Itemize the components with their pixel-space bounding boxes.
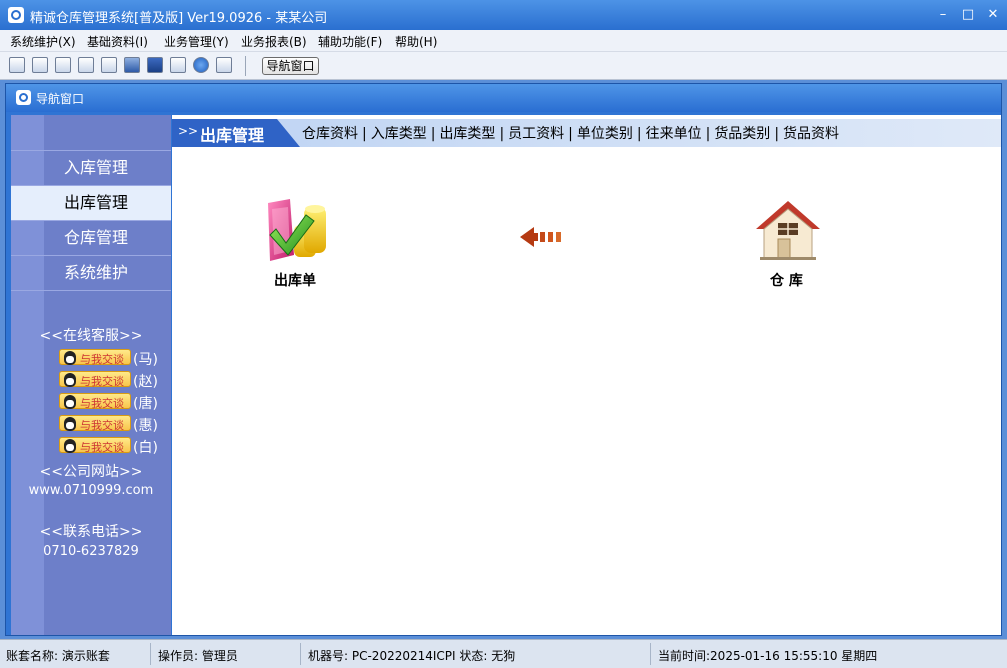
close-button[interactable]: ✕ — [982, 6, 1004, 24]
qq-chat-button[interactable]: 与我交谈 (白) — [59, 437, 169, 456]
toolbar-separator — [245, 56, 246, 76]
table-icon[interactable] — [9, 57, 25, 73]
status-separator — [650, 643, 651, 665]
qq-badge: 与我交谈 — [59, 437, 131, 454]
form-icon[interactable] — [32, 57, 48, 73]
online-service-title: <<在线客服>> — [39, 328, 143, 344]
outbound-order-icon[interactable] — [260, 199, 330, 263]
menu-help[interactable]: 帮助(H) — [395, 33, 437, 50]
qq-penguin-icon — [64, 439, 76, 453]
qq-badge: 与我交谈 — [59, 393, 131, 410]
chat-label: 与我交谈 — [80, 419, 124, 432]
website-link[interactable]: www.0710999.com — [11, 483, 171, 498]
qq-badge: 与我交谈 — [59, 371, 131, 388]
menu-bar: 系统维护(X) 基础资料(I) 业务管理(Y) 业务报表(B) 辅助功能(F) … — [0, 30, 1007, 52]
menu-basic-data[interactable]: 基础资料(I) — [87, 33, 148, 50]
chat-label: 与我交谈 — [80, 375, 124, 388]
sidebar: 入库管理 出库管理 仓库管理 系统维护 <<在线客服>> 与我交谈 (马) 与我… — [11, 115, 171, 635]
child-window-icon — [16, 90, 31, 105]
qq-chat-button[interactable]: 与我交谈 (马) — [59, 349, 169, 368]
link-goods-category[interactable]: 货品类别 — [714, 123, 770, 143]
link-separator: | — [636, 126, 642, 142]
save-icon[interactable] — [147, 57, 163, 73]
window-title: 精诚仓库管理系统[普及版] Ver19.0926 - 某某公司 — [30, 11, 328, 26]
help-icon[interactable] — [193, 57, 209, 73]
link-separator: | — [774, 126, 780, 142]
header-arrow: >> — [178, 124, 199, 138]
chat-label: 与我交谈 — [80, 441, 124, 454]
link-separator: | — [362, 126, 367, 142]
qq-badge: 与我交谈 — [59, 415, 131, 432]
main-header: >> 出库管理 仓库资料 | 入库类型 | 出库类型 | 员工资料 | 单位类别 | 往来单位 | 货品… — [172, 115, 1001, 151]
section-title: 出库管理 — [200, 126, 265, 145]
link-outbound-type[interactable]: 出库类型 — [439, 123, 495, 143]
status-bar: 账套名称: 演示账套 操作员: 管理员 机器号: PC-20220214ICPI… — [0, 639, 1007, 668]
windows-icon[interactable] — [55, 57, 71, 73]
status-operator: 操作员: 管理员 — [158, 649, 238, 663]
flow-arrow-icon — [518, 225, 568, 249]
chat-label: 与我交谈 — [80, 353, 124, 366]
search-icon[interactable] — [78, 57, 94, 73]
sidebar-item-system[interactable]: 系统维护 — [11, 256, 171, 290]
status-machine: 机器号: PC-20220214ICPI 状态: 无狗 — [308, 649, 516, 663]
divider — [11, 290, 171, 291]
title-bar: 精诚仓库管理系统[普及版] Ver19.0926 - 某某公司 – □ ✕ — [0, 0, 1007, 30]
sidebar-item-outbound[interactable]: 出库管理 — [11, 186, 171, 220]
menu-business-management[interactable]: 业务管理(Y) — [164, 33, 229, 50]
status-separator — [150, 643, 151, 665]
qq-chat-button[interactable]: 与我交谈 (惠) — [59, 415, 169, 434]
link-partner-unit[interactable]: 往来单位 — [646, 123, 702, 143]
qq-chat-button[interactable]: 与我交谈 (赵) — [59, 371, 169, 390]
exit-icon[interactable] — [216, 57, 232, 73]
link-inbound-type[interactable]: 入库类型 — [371, 123, 427, 143]
print-icon[interactable] — [170, 57, 186, 73]
qq-penguin-icon — [64, 373, 76, 387]
link-separator: | — [705, 126, 711, 142]
warehouse-icon[interactable] — [754, 199, 822, 261]
chat-label: 与我交谈 — [80, 397, 124, 410]
outbound-order-label[interactable]: 出库单 — [274, 270, 316, 290]
toolbar: 导航窗口 — [0, 52, 1007, 80]
quick-links: 仓库资料 | 入库类型 | 出库类型 | 员工资料 | 单位类别 | 往来单位 | 货品类别 | 货品资料 — [302, 123, 839, 143]
status-separator — [300, 643, 301, 665]
link-separator: | — [499, 126, 505, 142]
link-unit-category[interactable]: 单位类别 — [577, 123, 633, 143]
app-icon — [8, 7, 24, 23]
menu-system-maintenance[interactable]: 系统维护(X) — [10, 33, 76, 50]
link-warehouse-data[interactable]: 仓库资料 — [302, 123, 358, 143]
minimize-button[interactable]: – — [932, 6, 954, 24]
menu-auxiliary-functions[interactable]: 辅助功能(F) — [318, 33, 382, 50]
phone-number: 0710-6237829 — [43, 544, 139, 559]
qq-penguin-icon — [64, 351, 76, 365]
website-title: <<公司网站>> — [39, 464, 143, 480]
status-account: 账套名称: 演示账套 — [6, 649, 110, 663]
agent-name: (白) — [133, 440, 158, 456]
phone-title: <<联系电话>> — [39, 524, 143, 540]
nav-window-button[interactable]: 导航窗口 — [262, 57, 319, 75]
menu-business-reports[interactable]: 业务报表(B) — [241, 33, 307, 50]
qq-badge: 与我交谈 — [59, 349, 131, 366]
refresh-icon[interactable] — [101, 57, 117, 73]
agent-name: (唐) — [133, 396, 158, 412]
child-window-title-bar: 导航窗口 — [6, 84, 1001, 112]
child-window-title: 导航窗口 — [36, 92, 85, 106]
status-time: 当前时间:2025-01-16 15:55:10 星期四 — [658, 649, 878, 663]
agent-name: (赵) — [133, 374, 158, 390]
qq-penguin-icon — [64, 395, 76, 409]
qq-penguin-icon — [64, 417, 76, 431]
link-separator: | — [430, 126, 436, 142]
link-separator: | — [568, 126, 573, 142]
sidebar-item-inbound[interactable]: 入库管理 — [11, 151, 171, 185]
sidebar-item-warehouse[interactable]: 仓库管理 — [11, 221, 171, 255]
qq-chat-button[interactable]: 与我交谈 (唐) — [59, 393, 169, 412]
nav-child-window: 导航窗口 入库管理 出库管理 仓库管理 系统维护 <<在线客服>> 与我交谈 (… — [5, 83, 1002, 636]
screen-icon[interactable] — [124, 57, 140, 73]
maximize-button[interactable]: □ — [957, 6, 979, 24]
agent-name: (马) — [133, 352, 158, 368]
agent-name: (惠) — [133, 418, 158, 434]
link-employee-data[interactable]: 员工资料 — [508, 123, 564, 143]
warehouse-label[interactable]: 仓 库 — [770, 270, 803, 290]
link-goods-data[interactable]: 货品资料 — [783, 123, 839, 143]
main-panel: >> 出库管理 仓库资料 | 入库类型 | 出库类型 | 员工资料 | 单位类别 | 往来单位 | 货品… — [172, 115, 1001, 635]
